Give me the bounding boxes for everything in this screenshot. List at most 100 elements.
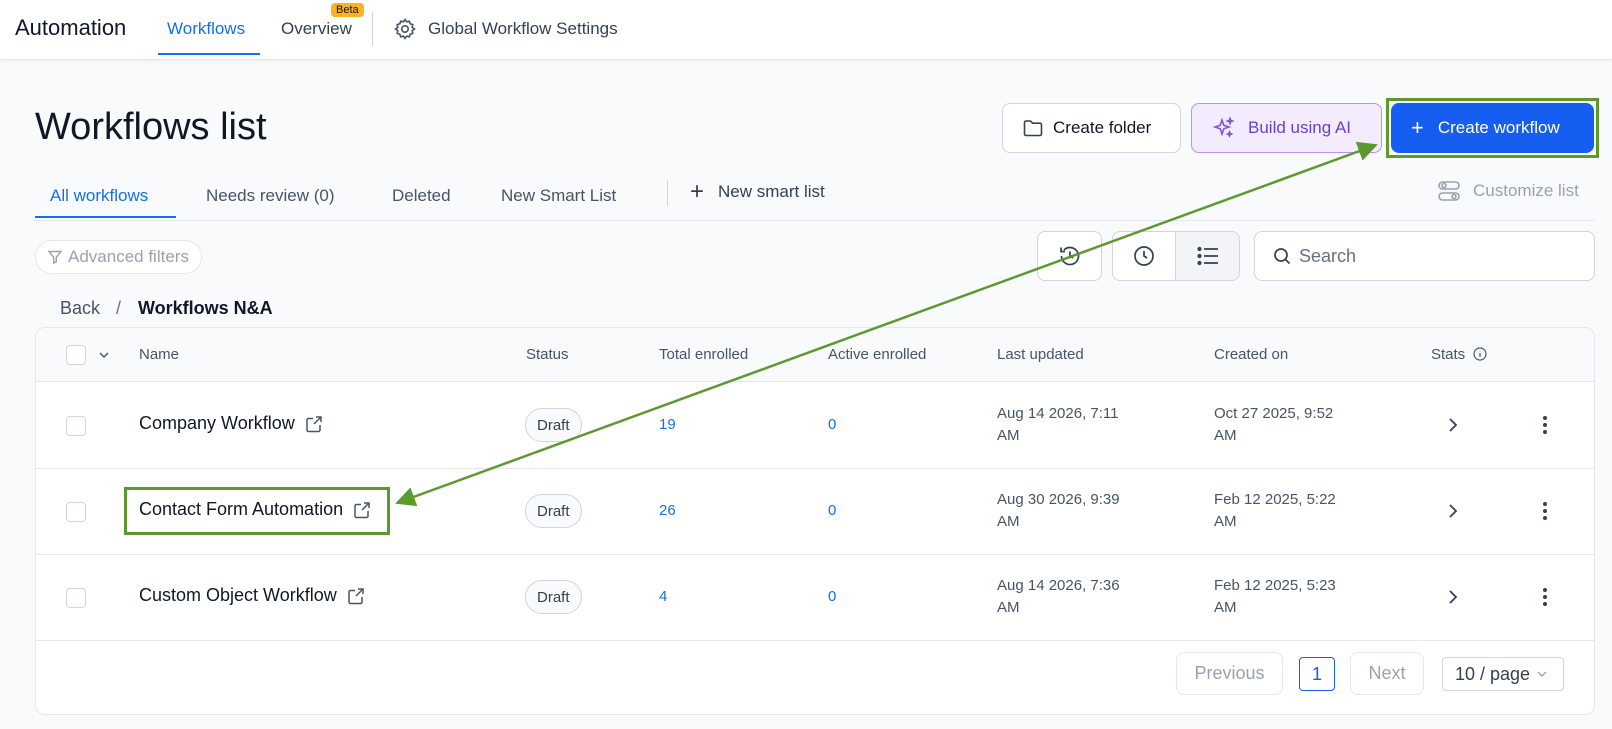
external-link-icon[interactable] <box>305 415 323 433</box>
last-updated-line-2: AM <box>997 513 1020 530</box>
more-options-icon[interactable] <box>1537 501 1553 521</box>
chevron-right-icon[interactable] <box>1445 589 1461 605</box>
page-title: Workflows list <box>35 106 267 148</box>
row-checkbox[interactable] <box>66 588 86 608</box>
created-on-line-2: AM <box>1214 599 1237 616</box>
more-options-icon[interactable] <box>1537 587 1553 607</box>
column-status: Status <box>526 346 569 363</box>
search-input[interactable] <box>1299 245 1579 267</box>
info-icon[interactable] <box>1473 347 1487 361</box>
column-created-on: Created on <box>1214 346 1289 363</box>
create-folder-label: Create folder <box>1053 118 1152 137</box>
select-all-checkbox[interactable] <box>66 345 86 365</box>
add-smart-list-label: New smart list <box>718 182 825 201</box>
total-enrolled-value[interactable]: 26 <box>659 502 676 519</box>
created-on-line-2: AM <box>1214 427 1237 444</box>
workflow-name: Company Workflow <box>139 413 295 433</box>
per-page-value: 10 / page <box>1455 663 1531 684</box>
created-on-value: Feb 12 2025, 5:22 AM <box>1214 489 1336 533</box>
toggle-settings-icon <box>1438 181 1460 201</box>
chevron-down-icon <box>1537 671 1547 677</box>
history-view-button[interactable] <box>1037 231 1102 281</box>
build-using-ai-button[interactable]: Build using AI <box>1191 103 1382 153</box>
created-on-line-1: Feb 12 2025, 5:22 <box>1214 491 1336 508</box>
active-enrolled-value[interactable]: 0 <box>828 416 836 433</box>
last-updated-line-2: AM <box>997 427 1020 444</box>
table-row[interactable]: Custom Object Workflow Draft 4 0 Aug 14 … <box>36 555 1594 641</box>
last-updated-value: Aug 14 2026, 7:11 AM <box>997 403 1119 447</box>
active-enrolled-value[interactable]: 0 <box>828 588 836 605</box>
column-last-updated: Last updated <box>997 346 1084 363</box>
tab-needs-review[interactable]: Needs review (0) <box>206 186 335 206</box>
tab-new-smart-list[interactable]: New Smart List <box>501 186 616 206</box>
active-enrolled-value[interactable]: 0 <box>828 502 836 519</box>
tab-separator <box>667 180 668 206</box>
history-icon <box>1059 246 1079 266</box>
breadcrumb-current: Workflows N&A <box>138 298 273 318</box>
add-smart-list-button[interactable]: + New smart list <box>690 180 825 204</box>
top-nav-bar: Automation Workflows Overview Beta Globa… <box>0 0 1612 60</box>
last-updated-value: Aug 30 2026, 9:39 AM <box>997 489 1120 533</box>
column-active-enrolled: Active enrolled <box>828 346 927 363</box>
created-on-value: Feb 12 2025, 5:23 AM <box>1214 575 1336 619</box>
current-page-button[interactable]: 1 <box>1299 657 1335 691</box>
beta-badge: Beta <box>331 3 364 17</box>
search-icon <box>1274 248 1291 265</box>
create-folder-button[interactable]: Create folder <box>1002 103 1181 153</box>
tab-all-workflows[interactable]: All workflows <box>50 186 148 206</box>
breadcrumb-separator: / <box>116 298 122 318</box>
plus-icon: + <box>690 178 705 205</box>
row-checkbox[interactable] <box>66 502 86 522</box>
created-on-line-2: AM <box>1214 513 1237 530</box>
row-checkbox[interactable] <box>66 416 86 436</box>
last-updated-line-1: Aug 14 2026, 7:11 <box>997 405 1119 422</box>
chevron-right-icon[interactable] <box>1445 417 1461 433</box>
workflow-name-link[interactable]: Custom Object Workflow <box>139 585 365 606</box>
total-enrolled-value[interactable]: 4 <box>659 588 667 605</box>
customize-list-label: Customize list <box>1473 181 1579 200</box>
tab-deleted[interactable]: Deleted <box>392 186 451 206</box>
tab-workflows[interactable]: Workflows <box>167 19 245 39</box>
advanced-filters-button[interactable]: Advanced filters <box>35 240 202 274</box>
created-on-value: Oct 27 2025, 9:52 AM <box>1214 403 1333 447</box>
tab-overview[interactable]: Overview <box>281 19 352 39</box>
table-row[interactable]: Company Workflow Draft 19 0 Aug 14 2026,… <box>36 383 1594 469</box>
chevron-down-icon[interactable] <box>98 350 110 360</box>
sparkle-icon <box>1212 116 1235 139</box>
gear-icon[interactable] <box>393 17 417 41</box>
app-title: Automation <box>15 15 127 40</box>
build-using-ai-label: Build using AI <box>1248 118 1352 137</box>
breadcrumb-back[interactable]: Back <box>60 298 100 319</box>
status-badge: Draft <box>525 408 582 442</box>
table-header: Name Status Total enrolled Active enroll… <box>36 328 1594 382</box>
tab-global-workflow-settings[interactable]: Global Workflow Settings <box>428 19 618 39</box>
list-icon <box>1196 246 1218 266</box>
annotation-highlight-create-workflow <box>1386 98 1599 158</box>
advanced-filters-label: Advanced filters <box>68 247 189 266</box>
folder-icon <box>1023 120 1043 137</box>
active-tab-indicator <box>158 53 260 55</box>
column-name: Name <box>139 346 180 363</box>
filter-icon <box>48 250 62 264</box>
search-field[interactable] <box>1254 231 1595 281</box>
external-link-icon[interactable] <box>347 587 365 605</box>
total-enrolled-value[interactable]: 19 <box>659 416 676 433</box>
more-options-icon[interactable] <box>1537 415 1553 435</box>
annotation-highlight-workflow-name <box>124 487 390 535</box>
list-view-button[interactable] <box>1175 231 1240 281</box>
active-list-tab-indicator <box>35 216 176 218</box>
chevron-right-icon[interactable] <box>1445 503 1461 519</box>
workflow-name-link[interactable]: Company Workflow <box>139 413 323 434</box>
last-updated-value: Aug 14 2026, 7:36 AM <box>997 575 1120 619</box>
next-page-button[interactable]: Next <box>1350 652 1424 695</box>
previous-page-button[interactable]: Previous <box>1176 652 1283 695</box>
clock-view-button[interactable] <box>1112 231 1176 281</box>
per-page-select[interactable]: 10 / page <box>1442 657 1564 691</box>
column-total-enrolled: Total enrolled <box>659 346 749 363</box>
created-on-line-1: Feb 12 2025, 5:23 <box>1214 577 1336 594</box>
last-updated-line-2: AM <box>997 599 1020 616</box>
status-badge: Draft <box>525 494 582 528</box>
column-stats: Stats <box>1431 346 1466 363</box>
clock-icon <box>1134 246 1154 266</box>
customize-list-button[interactable]: Customize list <box>1437 180 1579 202</box>
